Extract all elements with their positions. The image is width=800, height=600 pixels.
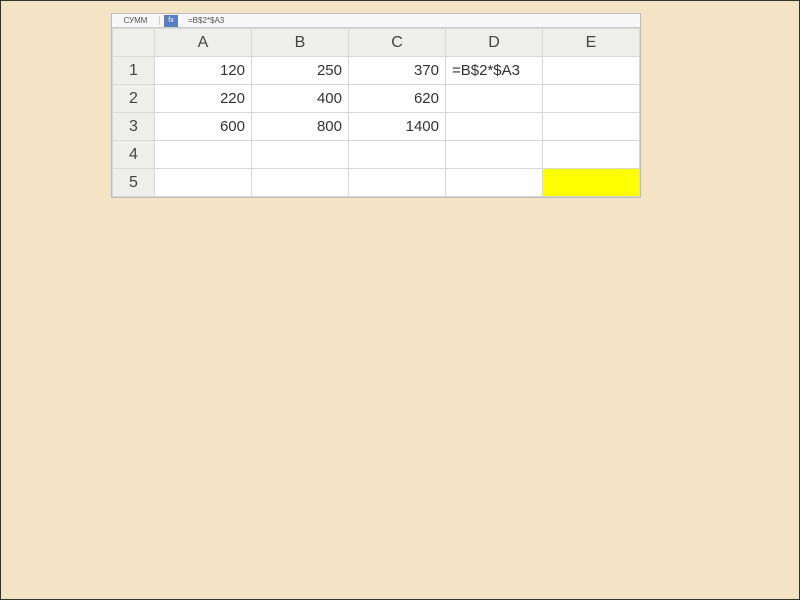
formula-bar: СУММ fx =B$2*$A3 [112, 14, 640, 28]
row-header-5[interactable]: 5 [113, 169, 155, 197]
cell-d1[interactable]: =B$2*$A3 [446, 57, 543, 85]
cell-c4[interactable] [349, 141, 446, 169]
row-header-2[interactable]: 2 [113, 85, 155, 113]
cell-a2[interactable]: 220 [155, 85, 252, 113]
cell-d2[interactable] [446, 85, 543, 113]
cell-b3[interactable]: 800 [252, 113, 349, 141]
cell-a4[interactable] [155, 141, 252, 169]
select-all-corner[interactable] [113, 29, 155, 57]
col-header-c[interactable]: C [349, 29, 446, 57]
spreadsheet-window: СУММ fx =B$2*$A3 A B C D E 1 120 250 370… [111, 13, 641, 198]
cell-a5[interactable] [155, 169, 252, 197]
cell-e3[interactable] [543, 113, 640, 141]
cell-c3[interactable]: 1400 [349, 113, 446, 141]
formula-input[interactable]: =B$2*$A3 [182, 16, 640, 25]
row-header-1[interactable]: 1 [113, 57, 155, 85]
cell-b4[interactable] [252, 141, 349, 169]
cell-a1[interactable]: 120 [155, 57, 252, 85]
cell-e5[interactable] [543, 169, 640, 197]
spreadsheet-grid: A B C D E 1 120 250 370 =B$2*$A3 2 220 4… [112, 28, 640, 197]
cell-b2[interactable]: 400 [252, 85, 349, 113]
cell-e4[interactable] [543, 141, 640, 169]
cell-a3[interactable]: 600 [155, 113, 252, 141]
cell-b1[interactable]: 250 [252, 57, 349, 85]
cell-c5[interactable] [349, 169, 446, 197]
cell-e1[interactable] [543, 57, 640, 85]
row-header-3[interactable]: 3 [113, 113, 155, 141]
col-header-d[interactable]: D [446, 29, 543, 57]
col-header-e[interactable]: E [543, 29, 640, 57]
fx-icon[interactable]: fx [164, 15, 178, 27]
cell-c2[interactable]: 620 [349, 85, 446, 113]
cell-b5[interactable] [252, 169, 349, 197]
cell-d4[interactable] [446, 141, 543, 169]
col-header-b[interactable]: B [252, 29, 349, 57]
cell-d3[interactable] [446, 113, 543, 141]
cell-d5[interactable] [446, 169, 543, 197]
cell-e2[interactable] [543, 85, 640, 113]
cell-c1[interactable]: 370 [349, 57, 446, 85]
col-header-a[interactable]: A [155, 29, 252, 57]
name-box[interactable]: СУММ [112, 16, 160, 25]
row-header-4[interactable]: 4 [113, 141, 155, 169]
